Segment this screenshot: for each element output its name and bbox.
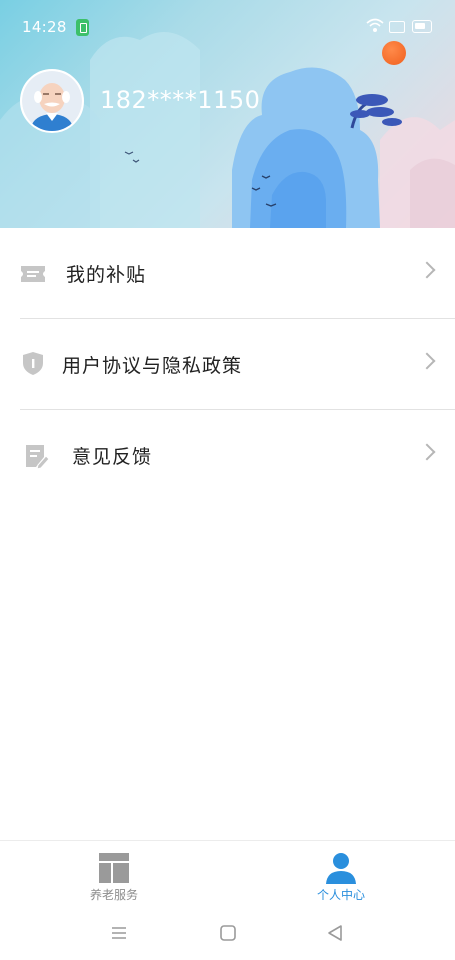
elderly-man-avatar-icon [22, 71, 82, 131]
tab-elderly-services[interactable]: 养老服务 [0, 841, 228, 911]
tab-label: 养老服务 [89, 888, 138, 902]
chevron-right-icon [418, 352, 436, 370]
sim-icon [389, 21, 405, 33]
profile-header: 14:28 182****1150 [0, 0, 455, 228]
tab-label: 个人中心 [316, 888, 365, 902]
menu-item-feedback[interactable]: 意见反馈 [0, 410, 455, 501]
status-time: 14:28 [22, 18, 67, 36]
menu-item-label: 意见反馈 [72, 446, 153, 468]
wifi-icon [366, 18, 384, 32]
shield-icon [23, 352, 43, 375]
menu-item-agreement-privacy[interactable]: 用户协议与隐私政策 [0, 319, 455, 410]
chevron-right-icon [418, 261, 436, 279]
home-square-icon[interactable] [219, 924, 237, 942]
floating-orange-dot[interactable] [382, 41, 406, 65]
person-icon [326, 853, 356, 884]
menu-icon[interactable] [110, 924, 128, 942]
menu-item-label: 我的补贴 [66, 264, 147, 286]
ticket-icon [21, 266, 45, 282]
dashboard-layout-icon [99, 853, 129, 883]
menu-item-subsidy[interactable]: 我的补贴 [0, 228, 455, 319]
tab-personal-center[interactable]: 个人中心 [227, 841, 455, 911]
menu-item-label: 用户协议与隐私政策 [62, 355, 243, 377]
feedback-edit-icon [26, 445, 50, 469]
back-triangle-icon[interactable] [326, 924, 344, 942]
bottom-navigation: 养老服务 个人中心 [0, 840, 455, 910]
notification-app-icon [76, 19, 89, 36]
system-navigation-bar [0, 910, 455, 960]
user-phone-number: 182****1150 [100, 86, 261, 114]
profile-menu: 我的补贴 用户协议与隐私政策 意见反馈 [0, 228, 455, 501]
avatar[interactable] [20, 69, 84, 133]
chevron-right-icon [418, 443, 436, 461]
battery-icon [412, 20, 432, 33]
